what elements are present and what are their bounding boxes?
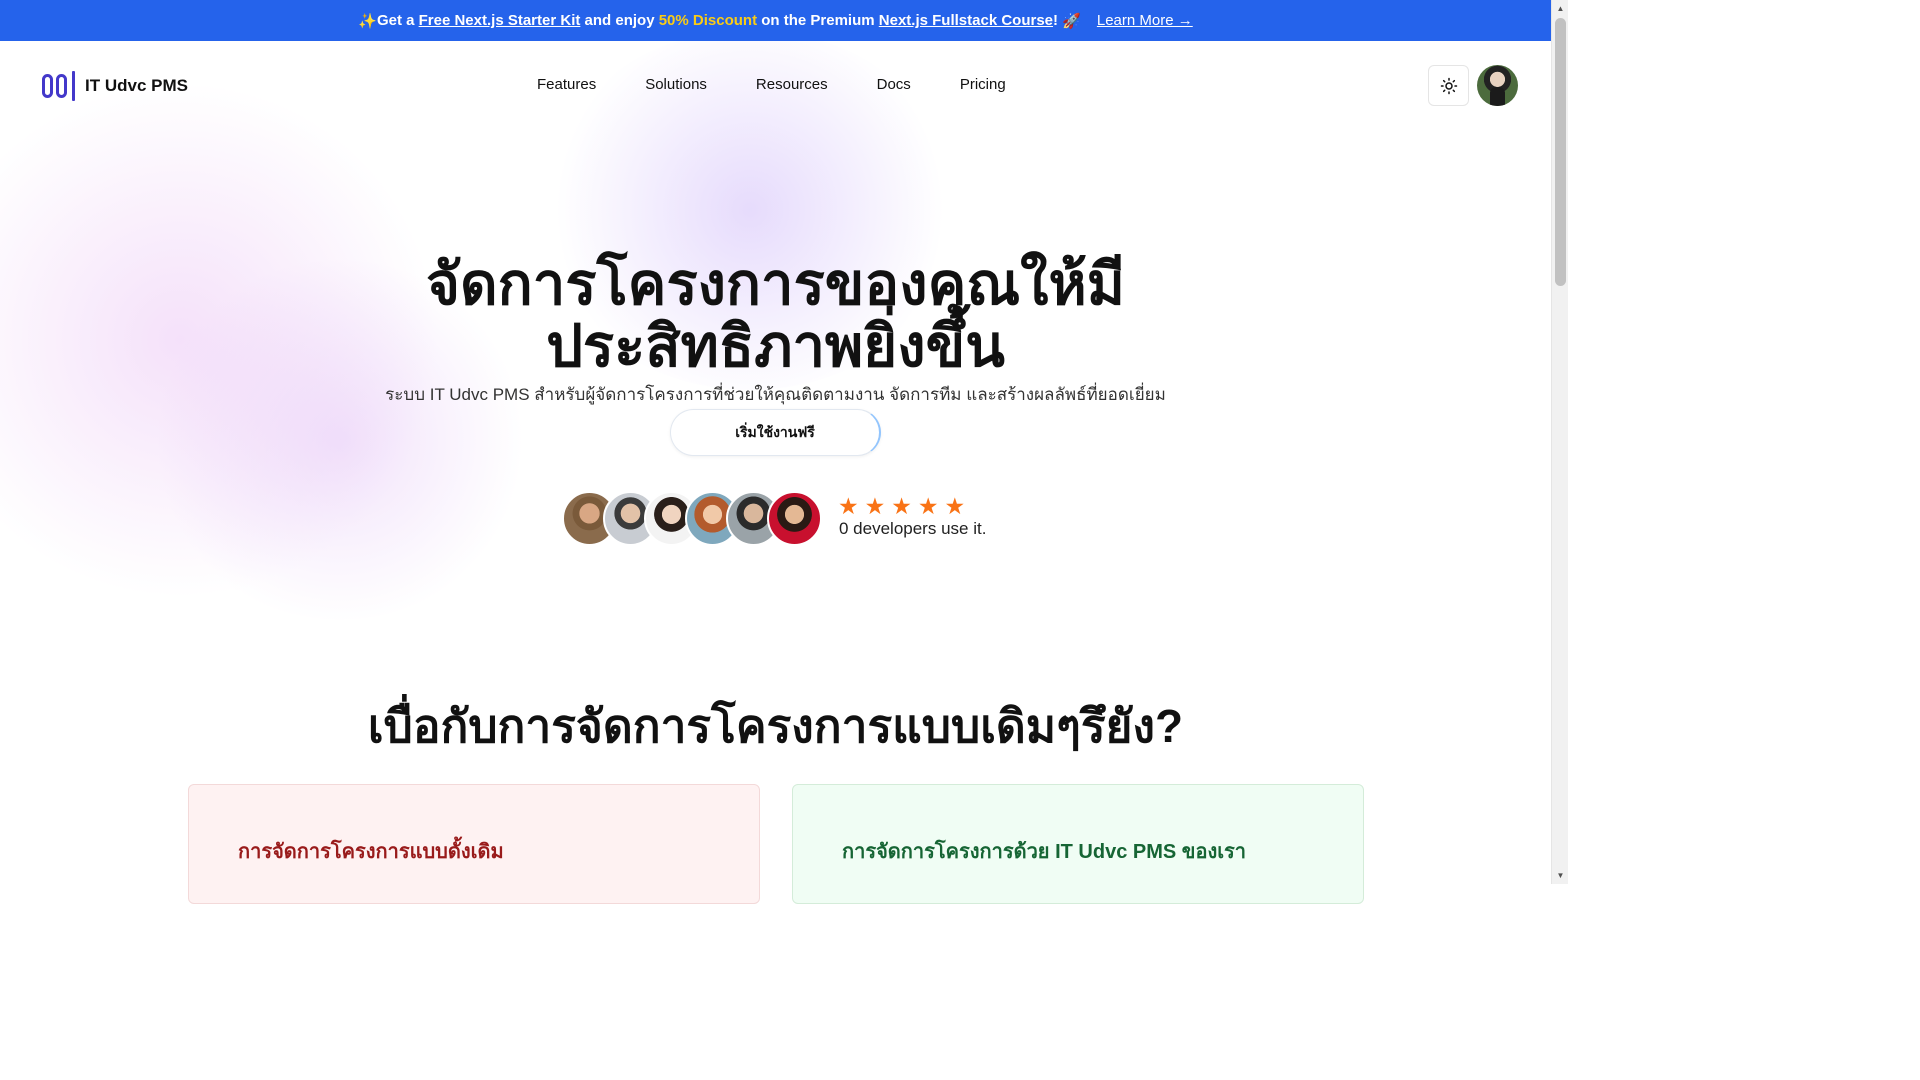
- star-icon: ★: [944, 493, 966, 519]
- developers-count: 0 developers use it.: [839, 519, 987, 538]
- nav-resources[interactable]: Resources: [756, 76, 828, 93]
- nav-solutions[interactable]: Solutions: [645, 76, 707, 93]
- hero-title: จัดการโครงการของคุณให้มี ประสิทธิภาพยิ่ง…: [0, 254, 1551, 378]
- our-solution-card: การจัดการโครงการด้วย IT Udvc PMS ของเรา: [792, 784, 1364, 904]
- course-link[interactable]: Next.js Fullstack Course: [879, 12, 1053, 29]
- hero-title-line-2: ประสิทธิภาพยิ่งขึ้น: [546, 314, 1005, 379]
- star-icon: ★: [891, 493, 912, 519]
- start-free-button[interactable]: เริ่มใช้งานฟรี: [670, 409, 881, 456]
- theme-toggle-button[interactable]: [1428, 65, 1469, 106]
- nav-pricing[interactable]: Pricing: [960, 76, 1006, 93]
- rating-stars: ★ ★ ★ ★ ★: [838, 495, 965, 518]
- promo-text: on the Premium: [761, 12, 875, 29]
- promo-text: and enjoy: [584, 12, 655, 29]
- rocket-icon: 🚀: [1062, 12, 1081, 30]
- main-nav: Features Solutions Resources Docs Pricin…: [537, 76, 1055, 93]
- comparison-title: เบื่อกับการจัดการโครงการแบบเดิมๆรึยัง?: [367, 700, 1184, 752]
- brand-logo[interactable]: IT Udvc PMS: [42, 71, 188, 101]
- nav-docs[interactable]: Docs: [877, 76, 911, 93]
- traditional-card-title: การจัดการโครงการแบบดั้งเดิม: [238, 841, 504, 863]
- discount-text: 50% Discount: [658, 12, 758, 29]
- site-header: IT Udvc PMS Features Solutions Resources…: [0, 41, 1551, 129]
- developer-avatars: [562, 491, 822, 546]
- brand-name: IT Udvc PMS: [85, 76, 188, 95]
- learn-more-link[interactable]: Learn More →: [1097, 12, 1193, 29]
- hero-subtitle: ระบบ IT Udvc PMS สำหรับผู้จัดการโครงการท…: [385, 385, 1166, 404]
- promo-banner: ✨ Get a Free Next.js Starter Kit and enj…: [0, 0, 1551, 41]
- promo-text: Get a: [376, 12, 415, 29]
- user-avatar[interactable]: [1477, 65, 1518, 106]
- star-icon: ★: [917, 493, 939, 519]
- page-scrollbar[interactable]: ▲ ▼: [1551, 0, 1568, 884]
- nav-features[interactable]: Features: [537, 76, 596, 93]
- sun-icon: [1440, 77, 1457, 94]
- our-solution-card-title: การจัดการโครงการด้วย IT Udvc PMS ของเรา: [842, 841, 1247, 863]
- scroll-thumb[interactable]: [1555, 18, 1566, 286]
- sparkles-icon: ✨: [358, 12, 377, 30]
- logo-icon: [42, 71, 75, 101]
- scroll-up-arrow-icon[interactable]: ▲: [1552, 0, 1569, 17]
- traditional-card: การจัดการโครงการแบบดั้งเดิม: [188, 784, 760, 904]
- developer-avatar: [767, 491, 822, 546]
- starter-kit-link[interactable]: Free Next.js Starter Kit: [419, 12, 581, 29]
- star-icon: ★: [838, 493, 859, 519]
- scroll-down-arrow-icon[interactable]: ▼: [1552, 867, 1569, 884]
- star-icon: ★: [864, 493, 886, 519]
- hero-title-line-1: จัดการโครงการของคุณให้มี: [426, 252, 1125, 317]
